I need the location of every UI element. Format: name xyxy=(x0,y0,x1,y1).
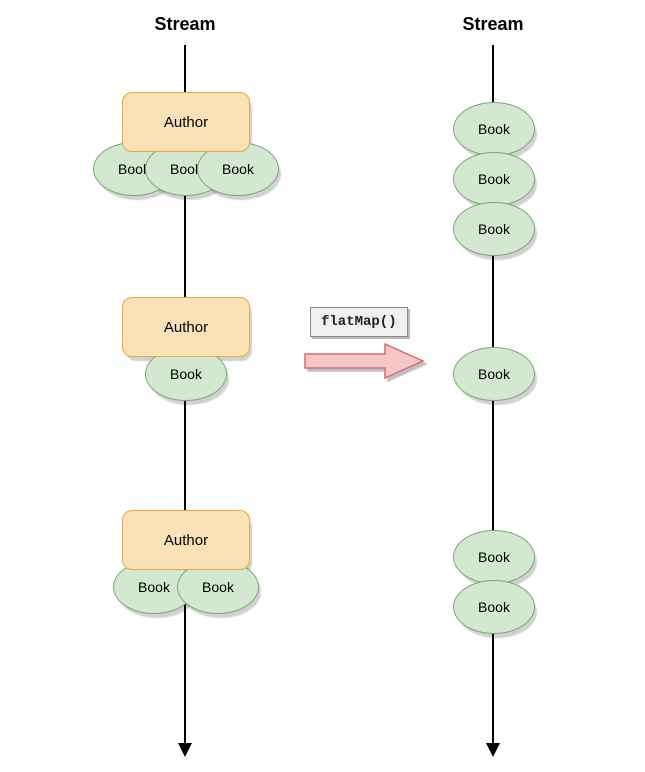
book-node: Book xyxy=(453,530,535,584)
author-node: Author xyxy=(122,92,250,152)
arrow-right-icon xyxy=(303,342,428,384)
arrow-down-icon xyxy=(178,743,192,757)
author-node: Author xyxy=(122,510,250,570)
left-stream-title: Stream xyxy=(154,14,215,35)
operation-label: flatMap() xyxy=(310,307,408,337)
book-node: Book xyxy=(453,202,535,256)
book-node: Book xyxy=(453,580,535,634)
book-node: Book xyxy=(453,102,535,156)
arrow-down-icon xyxy=(486,743,500,757)
book-node: Book xyxy=(453,347,535,401)
right-stream-title: Stream xyxy=(462,14,523,35)
author-node: Author xyxy=(122,297,250,357)
diagram-stage: Stream Stream Book Book Book Author Book… xyxy=(0,0,645,772)
book-node: Book xyxy=(453,152,535,206)
